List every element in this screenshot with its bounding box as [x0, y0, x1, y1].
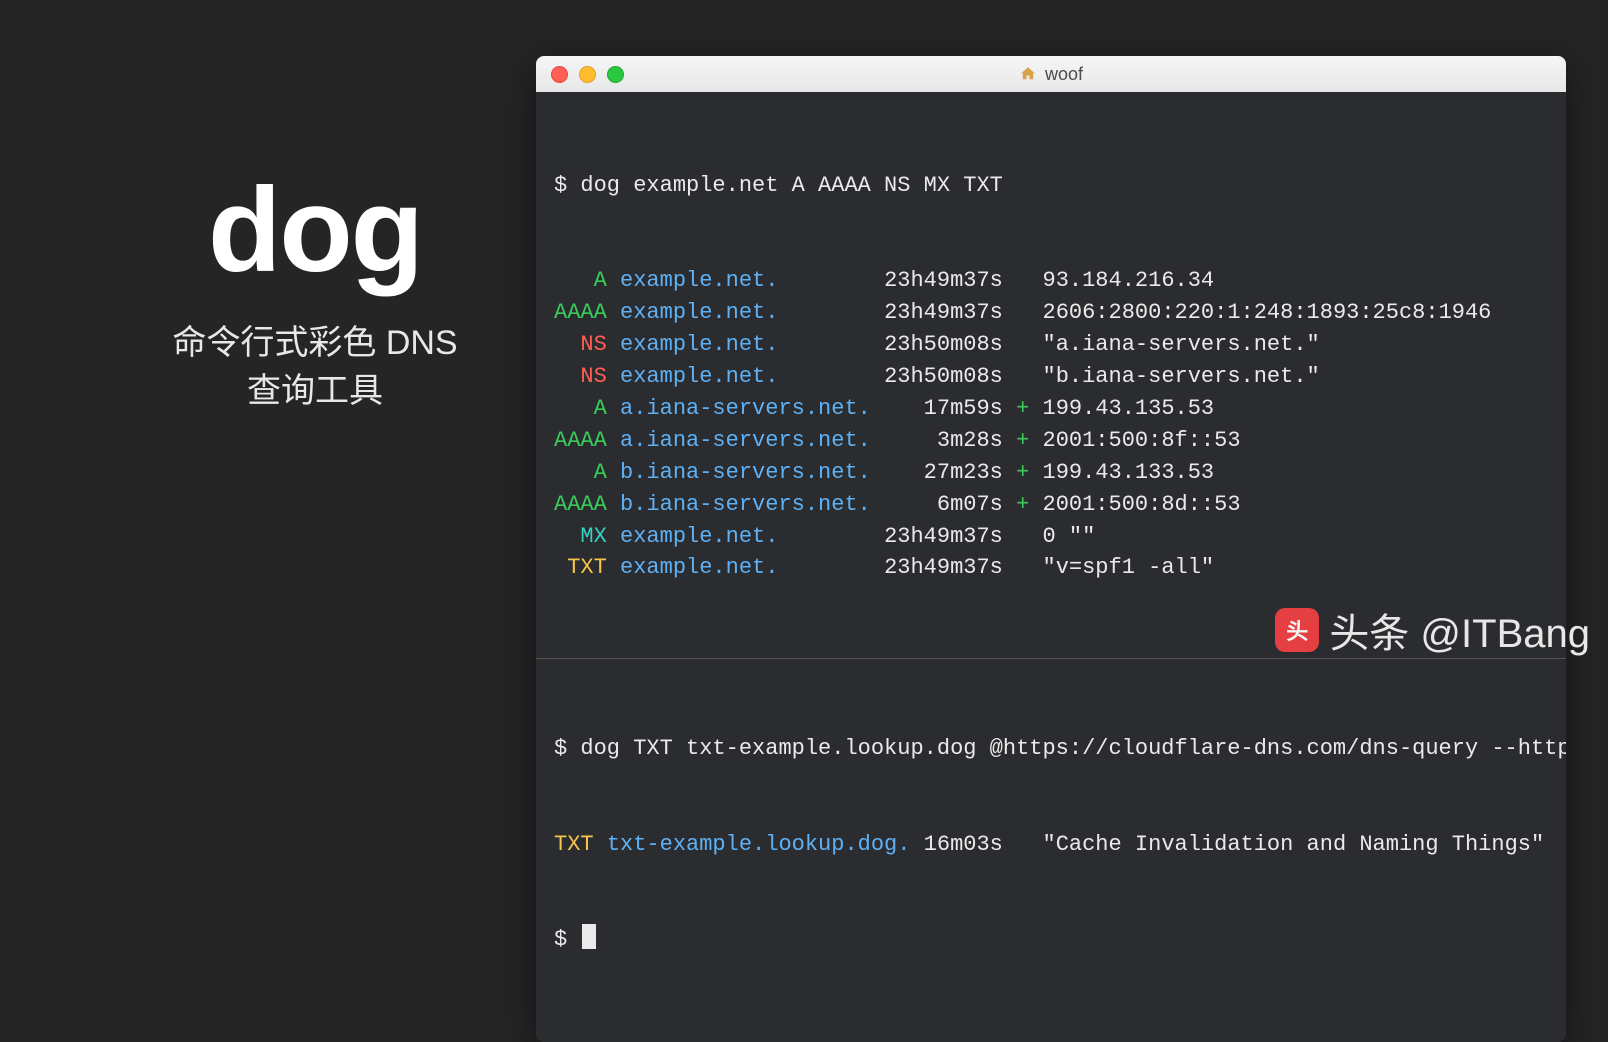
record-type: TXT	[554, 555, 607, 580]
record-ttl: 3m28s	[884, 428, 1003, 453]
plus-icon: +	[1003, 428, 1043, 453]
record-name: example.net.	[620, 300, 871, 325]
plus-icon: +	[1003, 492, 1043, 517]
record-type: A	[554, 268, 607, 293]
plus-icon: +	[1003, 396, 1043, 421]
minimize-button[interactable]	[579, 66, 596, 83]
record-value: 199.43.133.53	[1043, 460, 1215, 485]
home-icon	[1019, 65, 1037, 83]
record-name: example.net.	[620, 268, 871, 293]
record-type: AAAA	[554, 492, 607, 517]
record-ttl: 23h49m37s	[884, 268, 1003, 293]
dns-record-row: TXT txt-example.lookup.dog. 16m03s "Cach…	[554, 829, 1548, 861]
record-value: 2606:2800:220:1:248:1893:25c8:1946	[1043, 300, 1492, 325]
zoom-button[interactable]	[607, 66, 624, 83]
dns-record-row: A example.net. 23h49m37s 93.184.216.34	[554, 265, 1548, 297]
window-title: woof	[536, 64, 1566, 85]
plus-icon	[1003, 332, 1043, 357]
dns-record-row: AAAA example.net. 23h49m37s 2606:2800:22…	[554, 297, 1548, 329]
record-ttl: 23h49m37s	[884, 300, 1003, 325]
record-ttl: 23h49m37s	[884, 555, 1003, 580]
app-title: dog	[130, 170, 500, 290]
record-type: TXT	[554, 832, 594, 857]
dns-record-row: MX example.net. 23h49m37s 0 ""	[554, 521, 1548, 553]
prompt-line: $	[554, 924, 1548, 956]
record-value: 2001:500:8f::53	[1043, 428, 1241, 453]
record-type: AAAA	[554, 300, 607, 325]
record-value: "b.iana-servers.net."	[1043, 364, 1320, 389]
dns-record-row: NS example.net. 23h50m08s "b.iana-server…	[554, 361, 1548, 393]
dns-record-row: A a.iana-servers.net. 17m59s + 199.43.13…	[554, 393, 1548, 425]
window-title-text: woof	[1045, 64, 1083, 85]
record-value: "Cache Invalidation and Naming Things"	[1043, 832, 1545, 857]
record-type: MX	[554, 524, 607, 549]
cursor	[582, 924, 596, 949]
window-controls	[551, 66, 624, 83]
record-name: a.iana-servers.net.	[620, 428, 871, 453]
record-type: AAAA	[554, 428, 607, 453]
close-button[interactable]	[551, 66, 568, 83]
record-ttl: 23h50m08s	[884, 332, 1003, 357]
watermark: 头 头条 @ITBang	[1275, 601, 1590, 659]
record-ttl: 16m03s	[924, 832, 1003, 857]
dns-record-row: A b.iana-servers.net. 27m23s + 199.43.13…	[554, 457, 1548, 489]
terminal-window: woof $ dog example.net A AAAA NS MX TXT …	[536, 56, 1566, 1042]
dns-record-row: AAAA b.iana-servers.net. 6m07s + 2001:50…	[554, 489, 1548, 521]
watermark-text: 头条 @ITBang	[1329, 601, 1590, 659]
record-name: example.net.	[620, 555, 871, 580]
record-ttl: 17m59s	[884, 396, 1003, 421]
plus-icon: +	[1003, 460, 1043, 485]
record-name: b.iana-servers.net.	[620, 460, 871, 485]
record-value: "v=spf1 -all"	[1043, 555, 1215, 580]
record-value: 0 ""	[1043, 524, 1096, 549]
hero: dog 命令行式彩色 DNS 查询工具	[130, 170, 500, 415]
record-ttl: 27m23s	[884, 460, 1003, 485]
record-ttl: 23h49m37s	[884, 524, 1003, 549]
record-value: 199.43.135.53	[1043, 396, 1215, 421]
record-name: example.net.	[620, 332, 871, 357]
record-value: 93.184.216.34	[1043, 268, 1215, 293]
plus-icon	[1003, 364, 1043, 389]
dns-record-row: TXT example.net. 23h49m37s "v=spf1 -all"	[554, 552, 1548, 584]
record-name: example.net.	[620, 524, 871, 549]
dns-record-row: NS example.net. 23h50m08s "a.iana-server…	[554, 329, 1548, 361]
record-type: NS	[554, 332, 607, 357]
record-ttl: 23h50m08s	[884, 364, 1003, 389]
plus-icon	[1003, 268, 1043, 293]
record-value: 2001:500:8d::53	[1043, 492, 1241, 517]
plus-icon	[1003, 524, 1043, 549]
terminal-body[interactable]: $ dog example.net A AAAA NS MX TXT A exa…	[536, 92, 1566, 1042]
record-name: a.iana-servers.net.	[620, 396, 871, 421]
plus-icon	[1003, 555, 1043, 580]
command-line: $ dog TXT txt-example.lookup.dog @https:…	[554, 733, 1548, 765]
record-type: A	[554, 460, 607, 485]
record-name: txt-example.lookup.dog.	[607, 832, 911, 857]
record-value: "a.iana-servers.net."	[1043, 332, 1320, 357]
record-ttl: 6m07s	[884, 492, 1003, 517]
record-type: A	[554, 396, 607, 421]
command-line: $ dog example.net A AAAA NS MX TXT	[554, 170, 1548, 202]
app-subtitle: 命令行式彩色 DNS 查询工具	[130, 320, 500, 415]
command-text: dog example.net A AAAA NS MX TXT	[580, 173, 1002, 198]
dns-record-row: AAAA a.iana-servers.net. 3m28s + 2001:50…	[554, 425, 1548, 457]
window-titlebar: woof	[536, 56, 1566, 92]
record-name: example.net.	[620, 364, 871, 389]
watermark-logo: 头	[1275, 608, 1319, 652]
record-name: b.iana-servers.net.	[620, 492, 871, 517]
plus-icon	[1003, 300, 1043, 325]
command-text: dog TXT txt-example.lookup.dog @https://…	[580, 736, 1566, 761]
record-type: NS	[554, 364, 607, 389]
